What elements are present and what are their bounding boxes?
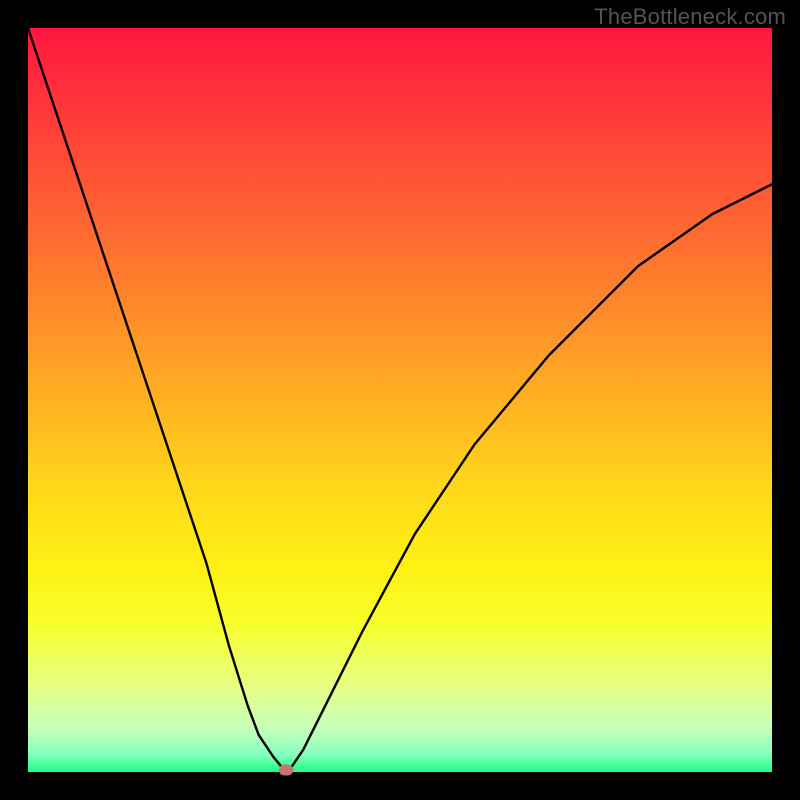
watermark-text: TheBottleneck.com <box>594 4 786 30</box>
plot-area <box>28 28 772 772</box>
bottleneck-curve <box>28 28 772 772</box>
optimal-point-marker <box>279 764 293 775</box>
